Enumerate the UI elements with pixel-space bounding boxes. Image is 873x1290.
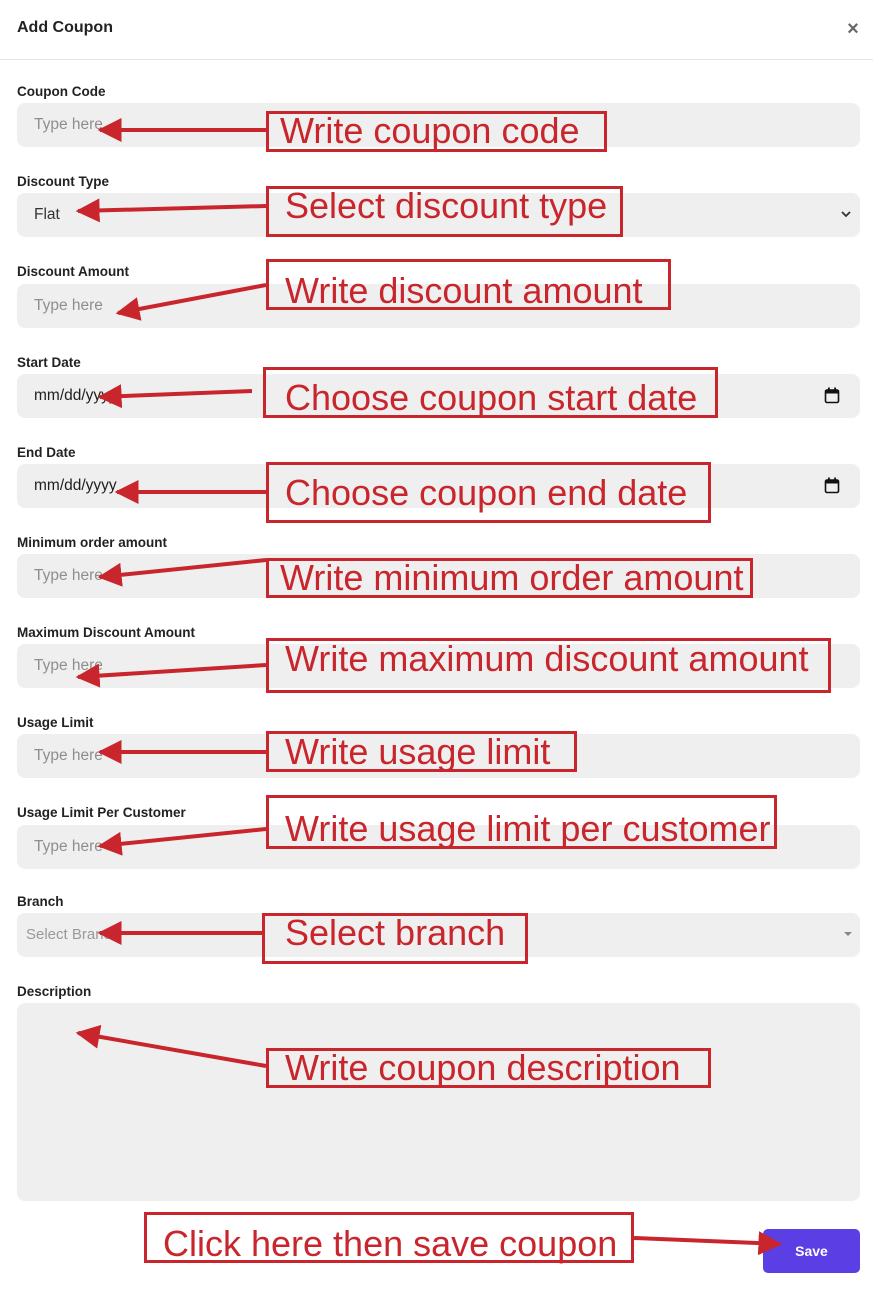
- modal-header: Add Coupon ×: [0, 0, 873, 60]
- discount-type-label: Discount Type: [17, 174, 110, 189]
- discount-amount-label: Discount Amount: [17, 264, 129, 279]
- max-discount-amount-label: Maximum Discount Amount: [17, 625, 196, 640]
- usage-limit-label: Usage Limit: [17, 715, 94, 730]
- discount-type-value: Flat: [34, 206, 60, 223]
- coupon-code-label: Coupon Code: [17, 84, 106, 99]
- max-discount-amount-placeholder: Type here: [34, 657, 103, 674]
- close-icon[interactable]: ×: [843, 17, 863, 41]
- annotation-text: Choose coupon end date: [285, 472, 688, 513]
- usage-limit-per-customer-placeholder: Type here: [34, 838, 103, 855]
- start-date-placeholder: mm/dd/yyyy: [34, 387, 117, 404]
- min-order-amount-placeholder: Type here: [34, 567, 103, 584]
- annotation-text: Write discount amount: [285, 270, 643, 311]
- branch-placeholder: Select Branch: [26, 926, 120, 943]
- annotation-text: Write usage limit per customer: [285, 808, 771, 849]
- coupon-code-placeholder: Type here: [34, 116, 103, 133]
- annotation-text: Write coupon description: [285, 1047, 681, 1088]
- start-date-label: Start Date: [17, 355, 81, 370]
- annotation-text: Select branch: [285, 912, 506, 953]
- end-date-placeholder: mm/dd/yyyy: [34, 477, 117, 494]
- description-textarea[interactable]: [17, 1003, 860, 1201]
- save-button[interactable]: Save: [763, 1229, 860, 1273]
- end-date-label: End Date: [17, 445, 76, 460]
- annotation-text: Write minimum order amount: [280, 557, 744, 598]
- calendar-icon[interactable]: [824, 477, 840, 494]
- annotation-text: Write coupon code: [280, 110, 580, 151]
- annotation-text: Write maximum discount amount: [285, 638, 809, 679]
- annotation-arrow: [633, 1231, 783, 1256]
- calendar-icon[interactable]: [824, 387, 840, 404]
- min-order-amount-label: Minimum order amount: [17, 535, 168, 550]
- usage-limit-per-customer-label: Usage Limit Per Customer: [17, 805, 186, 820]
- annotation-text: Choose coupon start date: [285, 377, 698, 418]
- annotation-text: Select discount type: [285, 185, 608, 226]
- discount-amount-placeholder: Type here: [34, 297, 103, 314]
- annotation-text: Click here then save coupon: [163, 1223, 618, 1264]
- annotation-text: Write usage limit: [285, 731, 551, 772]
- caret-down-icon: [844, 932, 852, 936]
- usage-limit-placeholder: Type here: [34, 747, 103, 764]
- modal-title: Add Coupon: [17, 19, 113, 36]
- description-label: Description: [17, 984, 92, 999]
- branch-label: Branch: [17, 894, 64, 909]
- chevron-down-icon: [841, 211, 851, 218]
